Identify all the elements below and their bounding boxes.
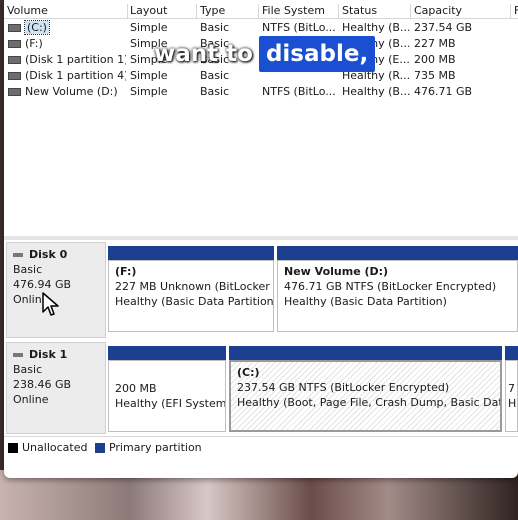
volume-fs: NTFS (BitLo...	[262, 21, 336, 34]
partition-health: Healthy (EFI System I	[115, 397, 226, 410]
partition-bar	[108, 246, 274, 260]
partition-bar	[108, 346, 226, 360]
volume-row-d[interactable]: New Volume (D:) Simple Basic NTFS (BitLo…	[4, 84, 518, 100]
column-file-system[interactable]: File System	[259, 4, 339, 18]
disk-type: Basic	[13, 263, 43, 276]
volume-fs: NTFS (BitLo...	[262, 85, 336, 98]
disk-management-window: Volume Layout Type File System Status Ca…	[4, 0, 518, 478]
disk-title: Disk 0	[29, 248, 68, 261]
video-caption: want to disable,	[154, 36, 376, 72]
partition-detail: 200 MB	[115, 382, 157, 395]
volume-list-header: Volume Layout Type File System Status Ca…	[4, 2, 518, 19]
volume-type: Basic	[200, 85, 230, 98]
partition-name: (C:)	[237, 366, 260, 379]
partition-name: (F:)	[115, 265, 137, 278]
volume-name: (F:)	[25, 37, 43, 50]
disk-graph-pane: Disk 0 Basic 476.94 GB Online (F:) 227 M…	[4, 240, 518, 434]
partition-f[interactable]: (F:) 227 MB Unknown (BitLocker Er Health…	[108, 260, 274, 332]
mouse-cursor-icon	[42, 292, 59, 316]
volume-name: (Disk 1 partition 4)	[25, 69, 126, 82]
disk-type: Basic	[13, 363, 43, 376]
volume-layout: Simple	[130, 21, 168, 34]
volume-row-c[interactable]: (C:) Simple Basic NTFS (BitLo... Healthy…	[4, 20, 518, 36]
volume-name: (C:)	[24, 20, 50, 35]
partition-health: Healthy (Basic Data Partition)	[115, 295, 274, 308]
unallocated-swatch	[8, 443, 18, 453]
disk-title: Disk 1	[29, 348, 68, 361]
partition-d[interactable]: New Volume (D:) 476.71 GB NTFS (BitLocke…	[277, 260, 518, 332]
disk-icon	[13, 253, 23, 257]
volume-type: Basic	[200, 69, 230, 82]
volume-status: Healthy (B...	[342, 85, 410, 98]
disk-size: 238.46 GB	[13, 378, 72, 391]
partition-c-selected[interactable]: (C:) 237.54 GB NTFS (BitLocker Encrypted…	[229, 360, 502, 432]
partition-bar	[505, 346, 518, 360]
partition-detail: 476.71 GB NTFS (BitLocker Encrypted)	[284, 280, 497, 293]
partition-name: New Volume (D:)	[284, 265, 389, 278]
disk-0-label[interactable]: Disk 0 Basic 476.94 GB Online	[6, 242, 106, 338]
partition-detail: 7	[508, 382, 515, 395]
drive-icon	[8, 56, 21, 64]
column-layout[interactable]: Layout	[127, 4, 197, 18]
column-free[interactable]: Fr	[511, 4, 518, 18]
volume-capacity: 200 MB	[414, 53, 456, 66]
partition-health: H	[508, 397, 517, 410]
partition-detail: 237.54 GB NTFS (BitLocker Encrypted)	[237, 381, 450, 394]
volume-type: Basic	[200, 21, 230, 34]
drive-icon	[8, 88, 21, 96]
column-capacity[interactable]: Capacity	[411, 4, 511, 18]
volume-name: (Disk 1 partition 1)	[25, 53, 126, 66]
legend-unallocated: Unallocated	[22, 441, 88, 454]
partition-health: Healthy (Boot, Page File, Crash Dump, Ba…	[237, 396, 500, 409]
partition-bar	[229, 346, 502, 360]
partition-health: Healthy (Basic Data Partition)	[284, 295, 447, 308]
legend-bar: Unallocated Primary partition	[4, 436, 518, 459]
volume-layout: Simple	[130, 85, 168, 98]
volume-capacity: 476.71 GB	[414, 85, 473, 98]
disk-icon	[13, 353, 23, 357]
volume-capacity: 735 MB	[414, 69, 456, 82]
disk-1-label[interactable]: Disk 1 Basic 238.46 GB Online	[6, 342, 106, 434]
volume-capacity: 237.54 GB	[414, 21, 473, 34]
caption-highlight-word: disable,	[258, 36, 376, 72]
disk-size: 476.94 GB	[13, 278, 72, 291]
column-type[interactable]: Type	[197, 4, 259, 18]
disk-state: Online	[13, 393, 49, 406]
legend-primary: Primary partition	[108, 441, 202, 454]
volume-status: Healthy (B...	[342, 21, 410, 34]
drive-icon	[8, 24, 21, 32]
partition-detail: 227 MB Unknown (BitLocker Er	[115, 280, 274, 293]
volume-name: New Volume (D:)	[25, 85, 118, 98]
primary-partition-swatch	[94, 443, 105, 453]
column-status[interactable]: Status	[339, 4, 411, 18]
drive-icon	[8, 40, 21, 48]
column-volume[interactable]: Volume	[4, 4, 128, 18]
partition-efi[interactable]: 200 MB Healthy (EFI System I	[108, 360, 226, 432]
volume-capacity: 227 MB	[414, 37, 456, 50]
drive-icon	[8, 72, 21, 80]
partition-recovery[interactable]: 7 H	[505, 360, 518, 432]
volume-layout: Simple	[130, 69, 168, 82]
caption-word: want to	[154, 41, 253, 67]
partition-bar	[277, 246, 518, 260]
